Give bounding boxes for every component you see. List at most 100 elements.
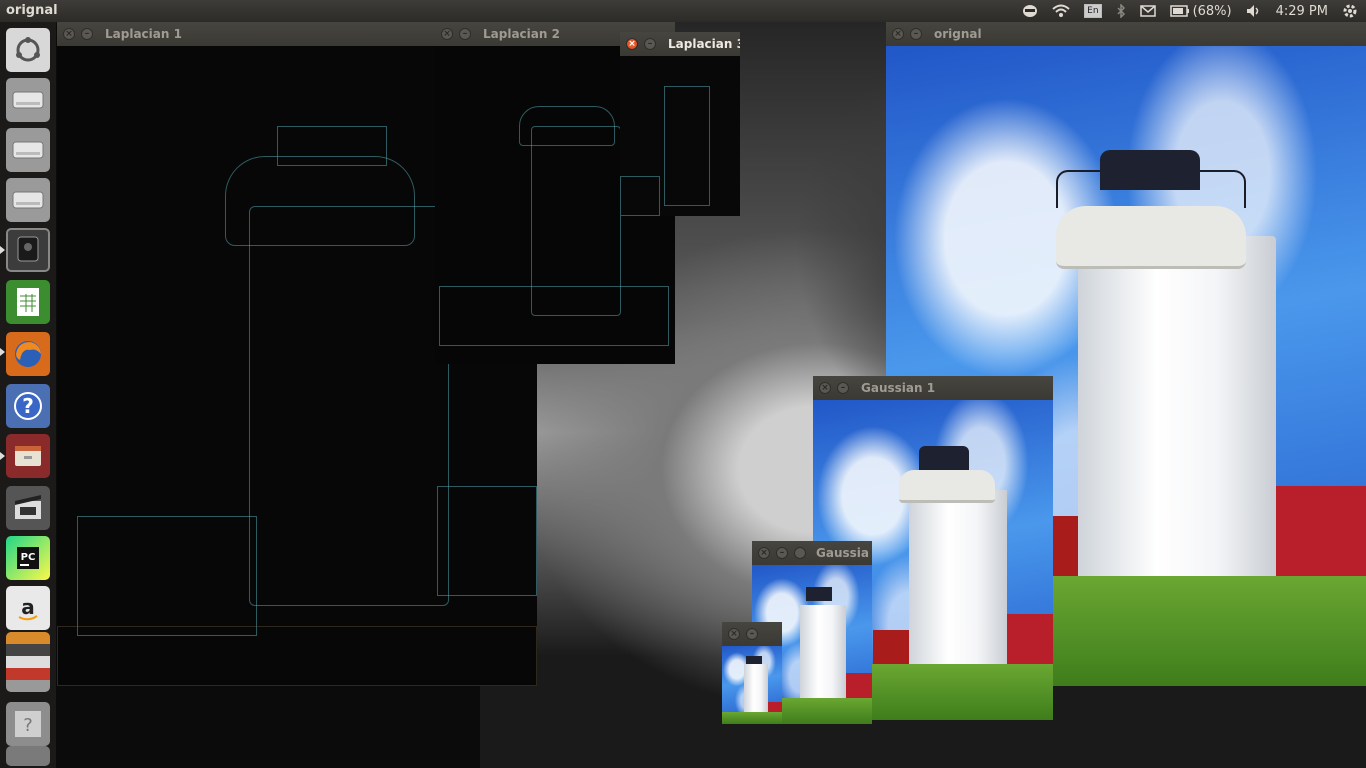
close-button[interactable]: × <box>819 382 831 394</box>
disk-drive-icon <box>12 141 44 159</box>
active-app-title: orignal <box>6 3 58 18</box>
launcher-item-disk2[interactable] <box>6 128 50 172</box>
launcher-item-help-faded[interactable]: ? <box>6 702 50 746</box>
lighthouse-lantern <box>806 587 832 601</box>
lighthouse-gallery <box>1056 206 1246 269</box>
running-indicator <box>0 246 5 254</box>
titlebar[interactable]: × – Gaussian 1 <box>813 376 1053 400</box>
tray-app-icon[interactable] <box>1022 4 1038 18</box>
gear-icon[interactable] <box>1342 3 1358 19</box>
window-title: orignal <box>934 27 982 41</box>
running-indicator <box>0 452 5 460</box>
launcher-item-firefox[interactable] <box>6 332 50 376</box>
video-editor-icon <box>15 495 41 519</box>
launcher-item-disk3[interactable] <box>6 178 50 222</box>
close-button[interactable]: × <box>441 28 453 40</box>
lighthouse-lantern <box>919 446 969 470</box>
launcher-item-amazon[interactable]: a <box>6 586 50 630</box>
launcher-item-dash[interactable] <box>6 28 50 72</box>
volume-icon[interactable] <box>1246 4 1262 18</box>
system-tray: En (68%) 4:29 PM <box>1022 2 1358 20</box>
close-button[interactable]: × <box>63 28 75 40</box>
disk-drive-icon <box>12 191 44 209</box>
battery-percent: (68%) <box>1192 3 1232 19</box>
edge-gallery <box>225 156 415 246</box>
file-manager-icon <box>15 446 41 466</box>
gaussian-3-image <box>722 646 782 724</box>
launcher-item-video-editor[interactable] <box>6 486 50 530</box>
launcher-item-stack[interactable] <box>6 632 50 692</box>
edge-tower <box>249 206 449 606</box>
battery-indicator[interactable]: (68%) <box>1169 3 1232 19</box>
edge-tower <box>664 86 710 206</box>
svg-text:PC: PC <box>21 552 36 563</box>
titlebar[interactable]: × – Gaussia <box>752 541 872 565</box>
window-gaussian-3[interactable]: × – <box>722 622 782 724</box>
minimize-button[interactable]: – <box>746 628 758 640</box>
clock[interactable]: 4:29 PM <box>1276 4 1328 19</box>
window-laplacian-3[interactable]: × – Laplacian 3 <box>620 32 740 216</box>
help-icon: ? <box>14 392 42 420</box>
ubuntu-dash-icon <box>16 37 40 62</box>
launcher-item-trash[interactable] <box>6 746 50 766</box>
lighthouse-tower <box>1078 236 1276 606</box>
launcher-item-disk1[interactable] <box>6 78 50 122</box>
top-panel: orignal En (68%) 4:29 PM <box>0 0 1366 22</box>
disk-drive-icon <box>12 91 44 109</box>
laplacian-3-image <box>620 56 740 216</box>
minimize-button[interactable]: – <box>910 28 922 40</box>
bluetooth-icon[interactable] <box>1116 4 1126 18</box>
launcher-item-files[interactable] <box>6 434 50 478</box>
minimize-button[interactable]: – <box>644 38 656 50</box>
close-button[interactable]: × <box>728 628 740 640</box>
spreadsheet-icon <box>17 288 39 316</box>
grass <box>722 712 782 724</box>
window-title: Laplacian 3 <box>668 37 740 51</box>
launcher-item-spreadsheet[interactable] <box>6 280 50 324</box>
edge-ground <box>57 626 537 686</box>
firefox-icon <box>15 341 41 367</box>
minimize-button[interactable]: – <box>81 28 93 40</box>
house-right <box>1003 614 1053 670</box>
mail-icon[interactable] <box>1139 5 1156 17</box>
svg-text:?: ? <box>22 394 34 418</box>
lighthouse-tower <box>800 605 846 701</box>
launcher: ? PC a ? <box>0 22 56 768</box>
keyboard-icon[interactable]: En <box>1084 4 1102 18</box>
pycharm-icon: PC <box>17 547 39 569</box>
lighthouse-lantern <box>1100 150 1200 190</box>
svg-text:a: a <box>21 595 35 619</box>
wifi-icon[interactable] <box>1052 4 1070 18</box>
edge-house-right <box>437 486 537 596</box>
running-indicator <box>0 348 5 356</box>
house-right <box>846 673 872 699</box>
close-button[interactable]: × <box>626 38 638 50</box>
window-title: Laplacian 2 <box>483 27 560 41</box>
lighthouse-gallery <box>899 470 995 503</box>
webcam-icon <box>17 236 39 262</box>
minimize-button[interactable]: – <box>837 382 849 394</box>
close-button[interactable]: × <box>758 547 770 559</box>
titlebar[interactable]: × – orignal <box>886 22 1366 46</box>
titlebar[interactable]: × – <box>722 622 782 646</box>
minimize-button[interactable]: – <box>776 547 788 559</box>
launcher-item-help[interactable]: ? <box>6 384 50 428</box>
edge-gallery <box>519 106 615 146</box>
titlebar[interactable]: × – Laplacian 3 <box>620 32 740 56</box>
edge-house-left <box>77 516 257 636</box>
amazon-icon: a <box>18 595 38 621</box>
edge-house <box>439 286 669 346</box>
edge-lantern <box>277 126 387 166</box>
lighthouse-tower <box>909 490 1007 676</box>
svg-text:?: ? <box>23 715 33 736</box>
battery-icon <box>1169 5 1189 17</box>
minimize-button[interactable]: – <box>459 28 471 40</box>
close-button[interactable]: × <box>892 28 904 40</box>
help-icon: ? <box>15 711 41 737</box>
lighthouse-tower <box>744 664 768 714</box>
launcher-item-pycharm[interactable]: PC <box>6 536 50 580</box>
edge-house <box>620 176 660 216</box>
launcher-item-webcam[interactable] <box>6 228 50 272</box>
maximize-button[interactable] <box>794 547 806 559</box>
window-title: Gaussian 1 <box>861 381 936 395</box>
